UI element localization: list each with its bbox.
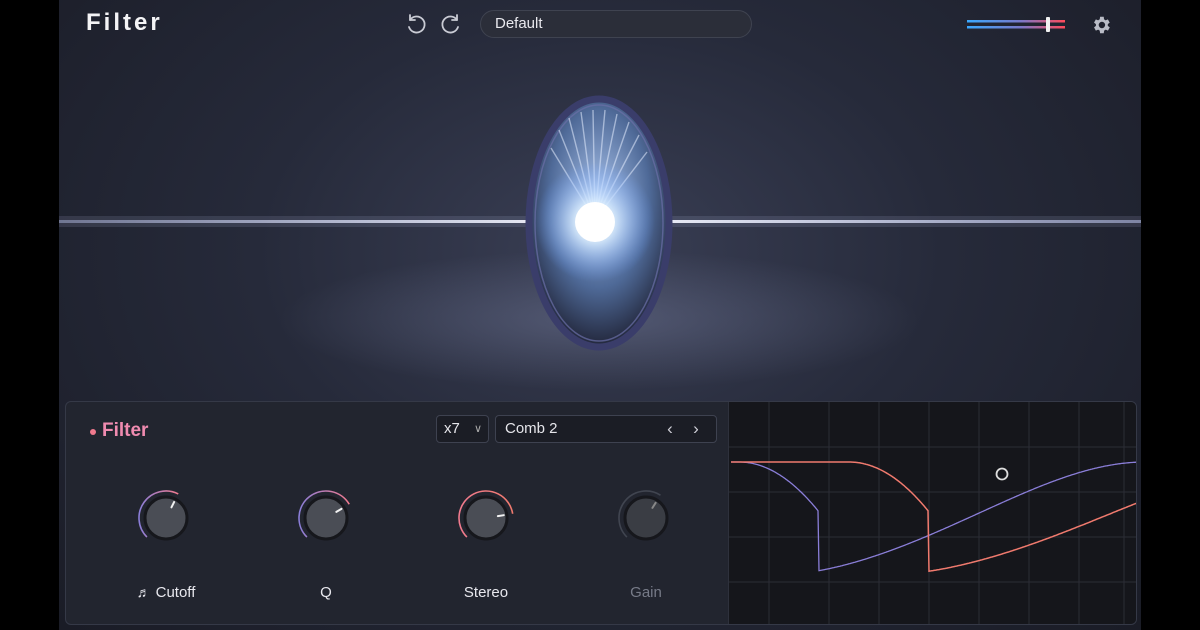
knob-body [623, 495, 669, 541]
stereo-knob[interactable] [456, 488, 516, 548]
knob-graphic [138, 490, 189, 541]
next-mode-button[interactable]: › [686, 416, 706, 442]
preset-selector[interactable]: Default [480, 10, 752, 38]
input-output-meter[interactable] [967, 15, 1067, 35]
cutoff-knob[interactable] [136, 488, 196, 548]
filter-mode-value: Comb 2 [505, 420, 558, 437]
frequency-response-graph[interactable] [728, 402, 1136, 624]
cutoff-label: ♬ Cutoff [106, 584, 226, 601]
knob-body [463, 495, 509, 541]
cutoff-handle[interactable] [995, 467, 1009, 481]
knob-indicator [496, 514, 505, 518]
io-meter-graphic [967, 17, 1065, 32]
stereo-label: Stereo [463, 584, 509, 601]
response-curve-voice-1 [731, 461, 1136, 573]
filter-module-panel: Filter x7 ∨ Comb 2 ‹ › ♬ Cutoff Q Stereo … [65, 401, 1137, 625]
knob-graphic [618, 490, 669, 541]
redo-icon [441, 14, 459, 34]
filter-visualization [59, 95, 1141, 390]
music-note-icon: ♬ [136, 584, 151, 600]
undo-icon [408, 14, 426, 34]
settings-button[interactable] [1090, 14, 1112, 36]
module-title-text: Filter [102, 420, 149, 441]
plugin-window: Filter Default Filter x7 ∨ Comb 2 ‹ › ♬ … [59, 0, 1141, 630]
app-title: Filter [86, 9, 163, 36]
undo-button[interactable] [404, 12, 428, 36]
q-label: Q [320, 584, 332, 601]
knob-graphic [458, 490, 514, 541]
knob-body [303, 495, 349, 541]
previous-mode-button[interactable]: ‹ [660, 416, 680, 442]
gain-label: Gain [630, 584, 662, 601]
voices-value: x7 [444, 420, 460, 437]
gear-icon [1094, 16, 1110, 34]
knob-body [143, 495, 189, 541]
module-enable-indicator[interactable] [90, 429, 96, 435]
voices-select[interactable]: x7 ∨ [436, 415, 489, 443]
knob-graphic [298, 490, 350, 541]
filter-mode-select[interactable]: Comb 2 ‹ › [495, 415, 717, 443]
q-knob[interactable] [296, 488, 356, 548]
response-curve-voice-2 [731, 461, 1136, 572]
frequency-response-svg [729, 402, 1136, 624]
cutoff-label-text: Cutoff [155, 584, 196, 601]
chevron-down-icon: ∨ [473, 423, 482, 435]
module-title: Filter [102, 420, 148, 442]
gain-knob[interactable] [616, 488, 676, 548]
redo-button[interactable] [439, 12, 463, 36]
